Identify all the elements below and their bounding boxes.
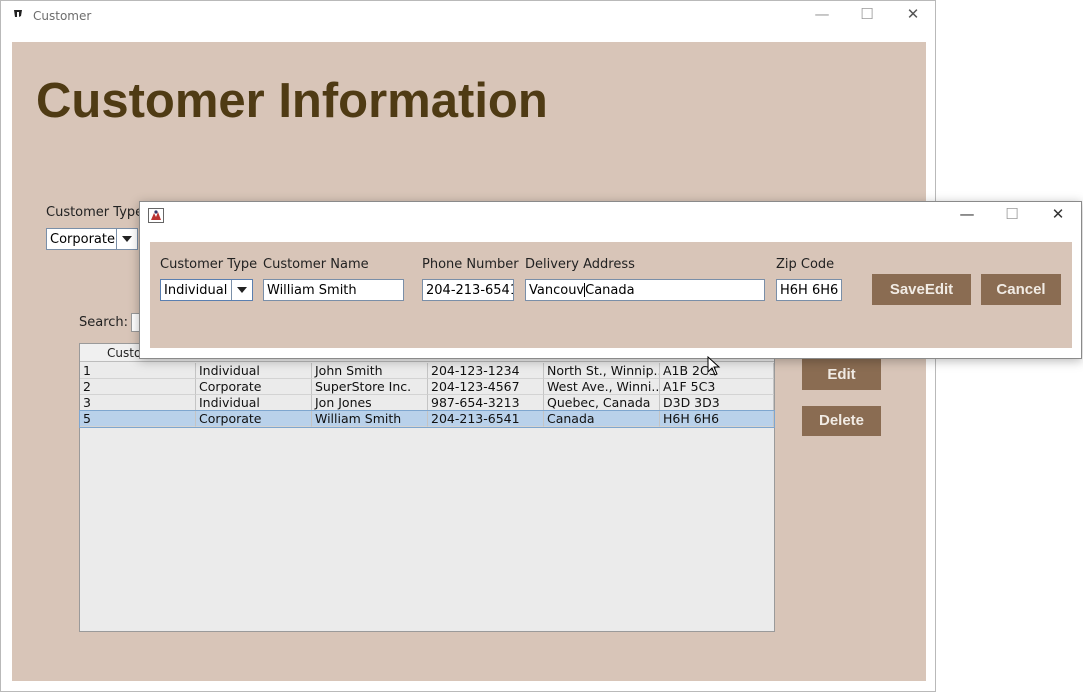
column-header-customer-id[interactable]: Custo	[107, 346, 141, 360]
cell-address: North St., Winnip...	[544, 363, 660, 379]
main-close-button[interactable]: ✕	[898, 7, 928, 27]
phone-number-field[interactable]: 204-213-6541	[422, 279, 514, 301]
cell-phone: 204-123-4567	[428, 379, 544, 395]
delivery-address-label: Delivery Address	[525, 257, 635, 272]
cell-zip: A1F 5C3	[660, 379, 774, 395]
customer-table[interactable]: Custo 1 Individual John Smith 204-123-12…	[79, 343, 775, 632]
customer-type-value: Corporate	[50, 232, 115, 247]
phone-number-label: Phone Number	[422, 257, 519, 272]
page-title: Customer Information	[36, 74, 548, 128]
customer-type-value: Individual	[164, 283, 228, 298]
cancel-button[interactable]: Cancel	[981, 274, 1061, 305]
customer-name-label: Customer Name	[263, 257, 369, 272]
cell-id: 3	[80, 395, 196, 411]
cell-type: Individual	[196, 363, 312, 379]
cell-id: 1	[80, 363, 196, 379]
cell-phone: 987-654-3213	[428, 395, 544, 411]
delete-button[interactable]: Delete	[802, 406, 881, 436]
main-window-title: Customer	[33, 9, 92, 23]
dialog-maximize-button[interactable]: ☐	[997, 207, 1027, 227]
cell-name: William Smith	[312, 411, 428, 427]
main-maximize-button[interactable]: ☐	[852, 7, 882, 27]
chevron-down-icon[interactable]	[116, 229, 137, 249]
table-row[interactable]: 3 Individual Jon Jones 987-654-3213 Queb…	[80, 395, 774, 411]
main-minimize-button[interactable]: —	[807, 7, 837, 27]
mouse-cursor-icon	[707, 356, 721, 376]
cell-zip: H6H 6H6	[660, 411, 774, 427]
table-row-selected[interactable]: 5 Corporate William Smith 204-213-6541 C…	[79, 410, 775, 428]
address-text-before-caret: Vancouv	[529, 283, 585, 298]
search-label: Search:	[79, 315, 129, 330]
cell-id: 2	[80, 379, 196, 395]
save-edit-button[interactable]: SaveEdit	[872, 274, 971, 305]
edit-button[interactable]: Edit	[802, 359, 881, 390]
cell-type: Individual	[196, 395, 312, 411]
dialog-minimize-button[interactable]: —	[952, 207, 982, 227]
cell-type: Corporate	[196, 379, 312, 395]
dialog-form-panel: Customer Type Customer Name Phone Number…	[150, 242, 1072, 348]
chevron-down-icon[interactable]	[231, 280, 252, 300]
cell-phone: 204-213-6541	[428, 411, 544, 427]
customer-name-field[interactable]: William Smith	[263, 279, 404, 301]
zip-code-label: Zip Code	[776, 257, 835, 272]
java-app-icon	[148, 208, 164, 223]
main-title-bar[interactable]: Customer — ☐ ✕	[1, 1, 935, 32]
java-app-icon	[14, 10, 22, 17]
customer-type-label: Customer Type	[160, 257, 258, 272]
cell-phone: 204-123-1234	[428, 363, 544, 379]
customer-type-dropdown[interactable]: Individual	[160, 279, 253, 301]
cell-name: John Smith	[312, 363, 428, 379]
table-row[interactable]: 2 Corporate SuperStore Inc. 204-123-4567…	[80, 379, 774, 395]
edit-customer-dialog: — ☐ ✕ Customer Type Customer Name Phone …	[139, 201, 1082, 359]
cell-type: Corporate	[196, 411, 312, 427]
dialog-close-button[interactable]: ✕	[1043, 207, 1073, 227]
cell-address: Canada	[544, 411, 660, 427]
cell-name: SuperStore Inc.	[312, 379, 428, 395]
cell-address: Quebec, Canada	[544, 395, 660, 411]
zip-code-field[interactable]: H6H 6H6	[776, 279, 842, 301]
cell-address: West Ave., Winni...	[544, 379, 660, 395]
cell-zip: D3D 3D3	[660, 395, 774, 411]
cell-name: Jon Jones	[312, 395, 428, 411]
delivery-address-field[interactable]: VancouvCanada	[525, 279, 765, 301]
address-text-after-caret: Canada	[585, 283, 635, 298]
cell-id: 5	[80, 411, 196, 427]
customer-type-label: Customer Type	[46, 205, 144, 220]
customer-type-dropdown[interactable]: Corporate	[46, 228, 138, 250]
table-row[interactable]: 1 Individual John Smith 204-123-1234 Nor…	[80, 363, 774, 379]
